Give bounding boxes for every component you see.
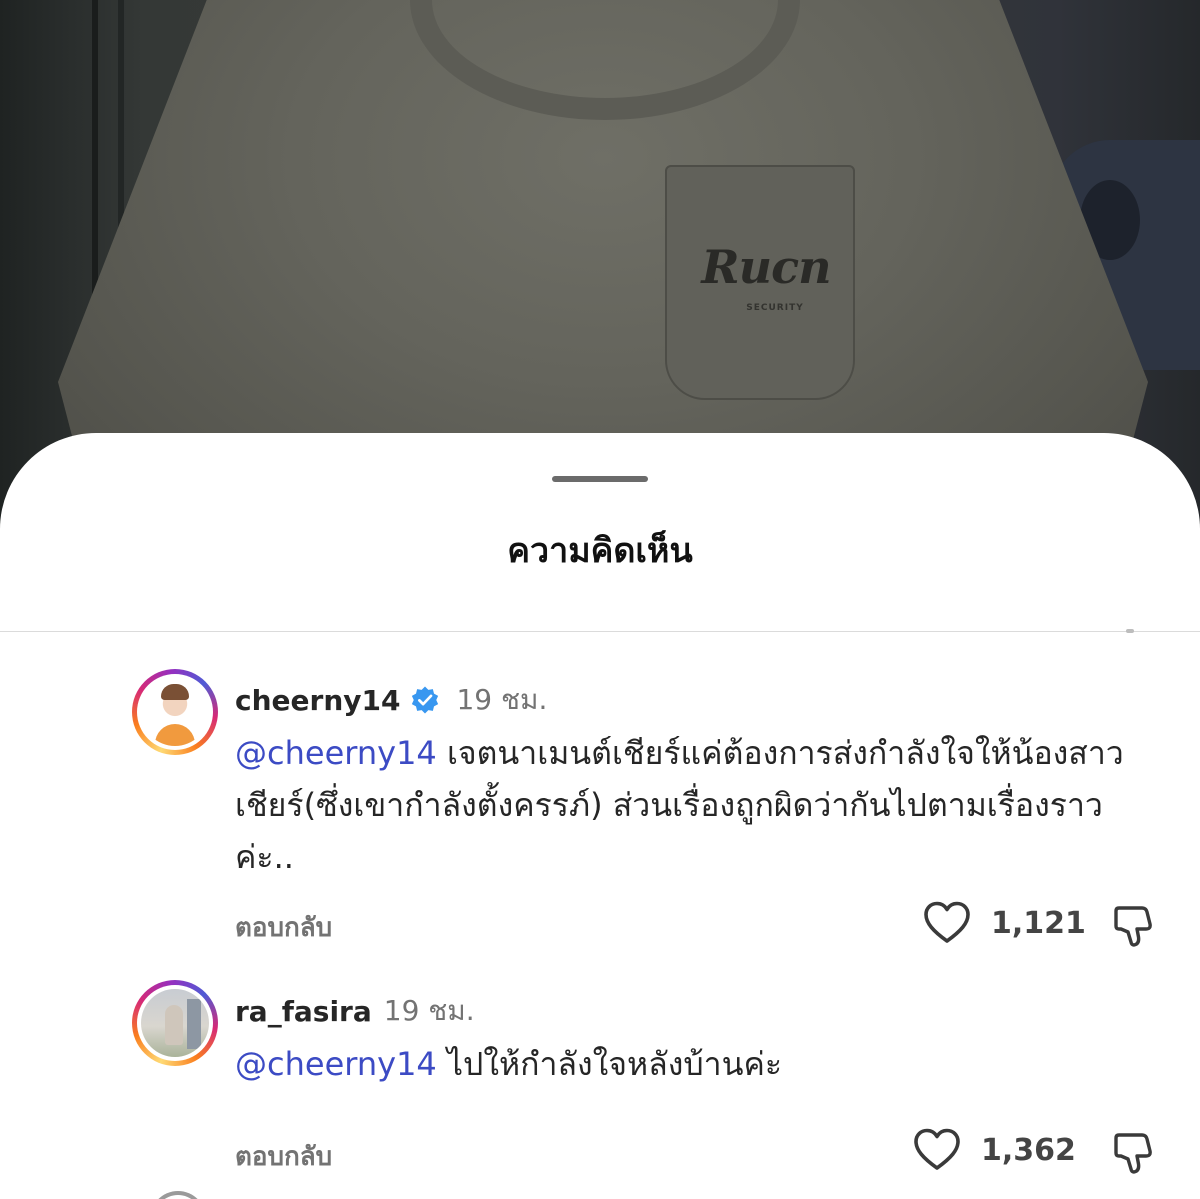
like-count: 1,121 (991, 905, 1086, 941)
sheet-title: ความคิดเห็น (507, 531, 693, 571)
comment-username[interactable]: cheerny14 (235, 684, 400, 717)
mention-link[interactable]: @cheerny14 (235, 734, 437, 772)
like-button[interactable]: 1,121 (923, 901, 1086, 945)
avatar-photo (141, 678, 209, 746)
comment-body: ไปให้กำลังใจหลังบ้านค่ะ (436, 1045, 783, 1083)
avatar-photo (141, 989, 209, 1057)
thumbs-down-icon[interactable] (1110, 903, 1156, 949)
verified-badge-icon (410, 685, 440, 715)
comment-time: 19 ชม. (383, 994, 475, 1027)
scroll-indicator (1126, 629, 1134, 633)
like-button[interactable]: 1,362 (913, 1128, 1076, 1172)
mention-link[interactable]: @cheerny14 (235, 1045, 437, 1083)
comment-username[interactable]: ra_fasira (235, 995, 372, 1028)
screen: Rucn SECURITY ความคิดเห็น cheerny14 19 ช… (0, 0, 1200, 1199)
reply-button[interactable]: ตอบกลับ (235, 907, 332, 948)
heart-icon (924, 901, 970, 943)
heart-icon (914, 1128, 960, 1170)
comment-time: 19 ชม. (456, 683, 548, 716)
shirt-logo: Rucn (701, 240, 831, 294)
comment-text: @cheerny14 ไปให้กำลังใจหลังบ้านค่ะ (235, 1038, 1135, 1090)
sheet-grabber-handle[interactable] (552, 476, 648, 482)
header-divider (0, 631, 1200, 632)
comment-header: cheerny14 19 ชม. (235, 675, 547, 725)
thumbs-down-icon[interactable] (1110, 1130, 1156, 1176)
shirt-logo-sub: SECURITY (746, 303, 804, 313)
like-count: 1,362 (981, 1132, 1076, 1168)
comment-header: ra_fasira 19 ชม. (235, 986, 475, 1036)
comments-sheet: ความคิดเห็น cheerny14 19 ชม. @cheerny14 … (0, 433, 1200, 1199)
avatar[interactable] (132, 980, 218, 1066)
avatar[interactable] (132, 669, 218, 755)
next-comment-avatar[interactable] (150, 1191, 206, 1199)
reply-button[interactable]: ตอบกลับ (235, 1136, 332, 1177)
comment-text: @cheerny14 เจตนาเมนต์เชียร์แค่ต้องการส่ง… (235, 727, 1135, 883)
